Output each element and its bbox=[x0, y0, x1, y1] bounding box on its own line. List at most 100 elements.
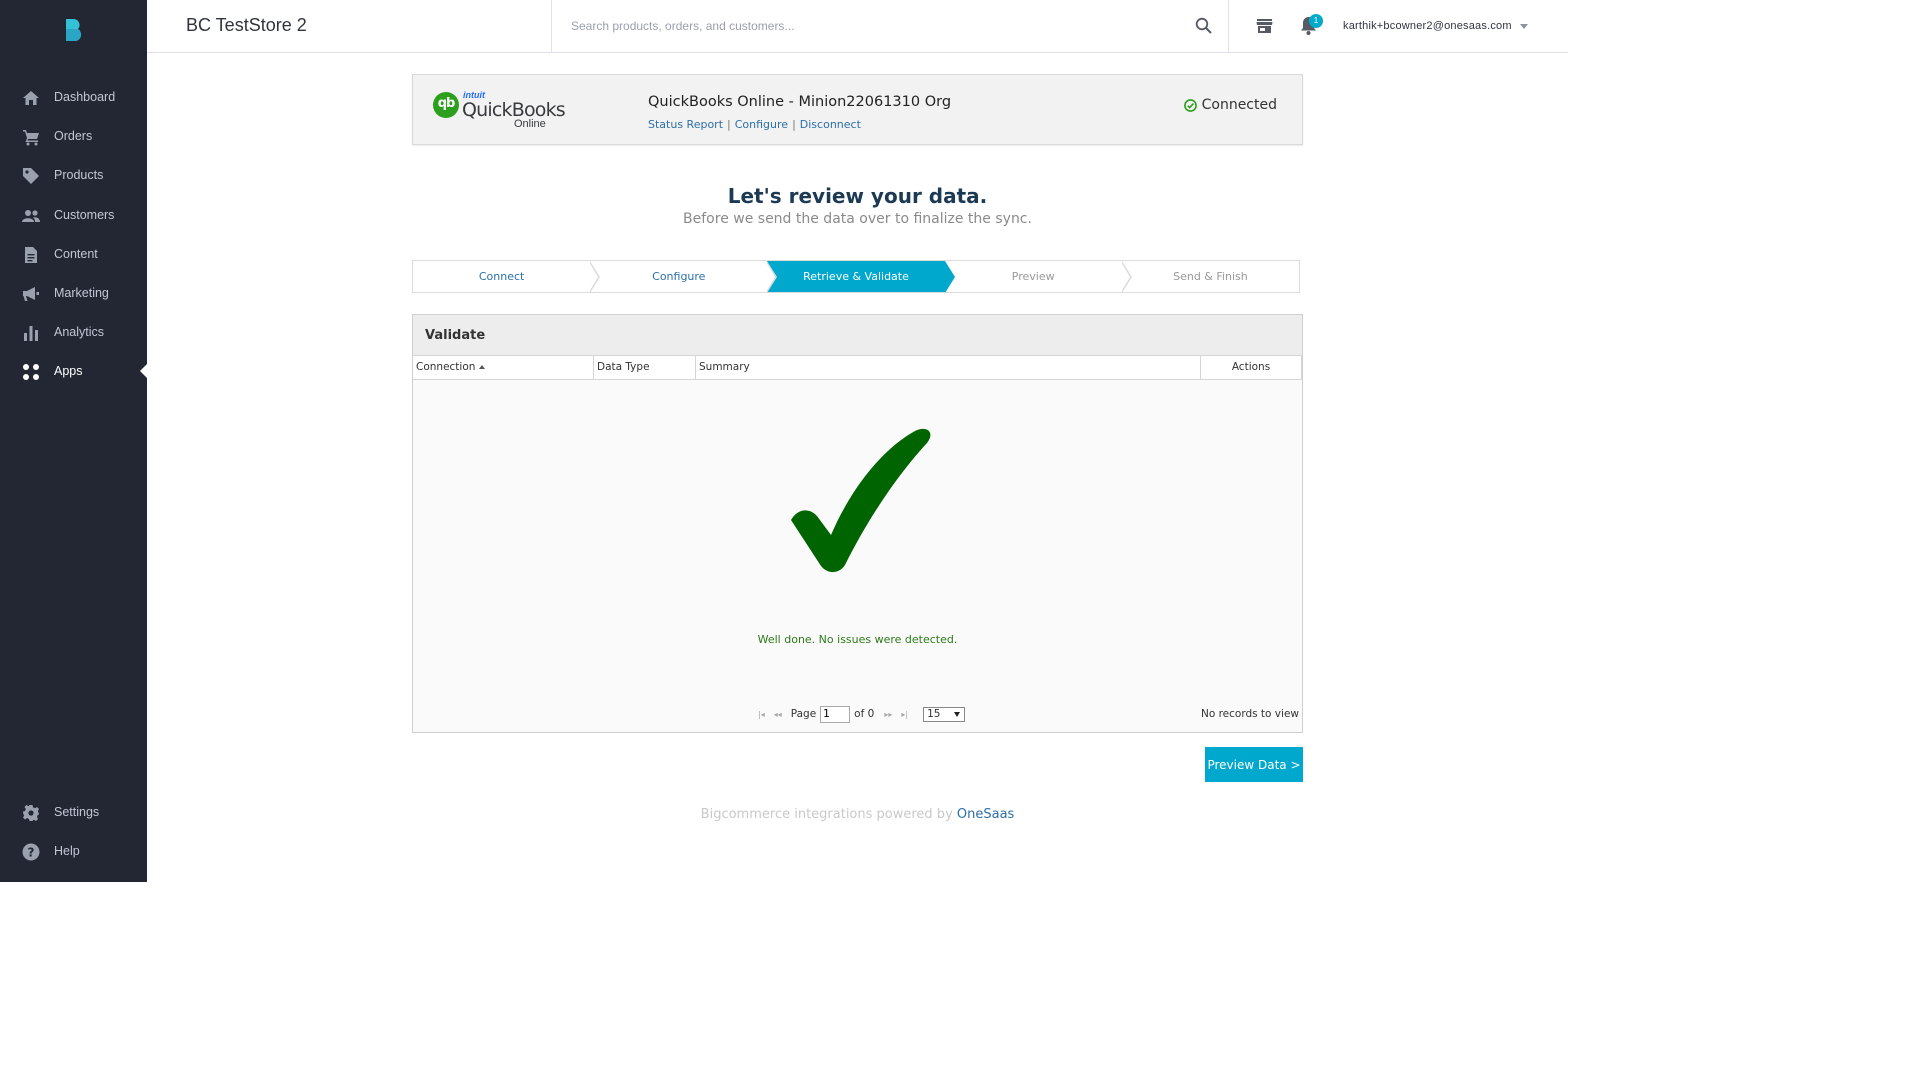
step-label: Preview bbox=[1011, 270, 1055, 283]
step-retrieve-validate[interactable]: Retrieve & Validate bbox=[767, 261, 955, 293]
sidebar-item-label: Apps bbox=[54, 364, 83, 378]
check-circle-icon bbox=[1183, 98, 1197, 112]
cart-icon bbox=[23, 130, 39, 146]
page-label: Page bbox=[790, 708, 817, 720]
connection-title: QuickBooks Online - Minion22061310 Org bbox=[648, 94, 952, 110]
grid-pager: |◂ ◂◂ Page of 0 ▸▸ ▸| 15 bbox=[758, 705, 966, 723]
success-message: Well done. No issues were detected. bbox=[757, 633, 958, 646]
link-separator: | bbox=[727, 118, 731, 131]
footer-text: Bigcommerce integrations powered by bbox=[700, 807, 957, 822]
page-number-input[interactable] bbox=[820, 705, 851, 723]
grid-header: Connection Data Type Summary Actions bbox=[413, 356, 1302, 380]
sidebar-item-label: Settings bbox=[54, 805, 100, 819]
storefront-icon[interactable] bbox=[1256, 18, 1273, 34]
chevron-down-icon[interactable] bbox=[1520, 24, 1528, 29]
home-icon bbox=[23, 91, 39, 105]
step-arrow bbox=[589, 261, 601, 293]
search-bar bbox=[551, 0, 1229, 52]
tag-icon bbox=[23, 168, 39, 184]
status-report-link[interactable]: Status Report bbox=[648, 118, 723, 131]
page-count-label: of 0 bbox=[854, 708, 875, 720]
step-send-finish[interactable]: Send & Finish bbox=[1122, 261, 1299, 292]
preview-data-button[interactable]: Preview Data > bbox=[1205, 747, 1303, 782]
sidebar-item-label: Content bbox=[54, 247, 98, 261]
column-label: Data Type bbox=[597, 361, 650, 373]
sidebar-item-help[interactable]: ? Help bbox=[0, 832, 147, 871]
review-title: Let's review your data. bbox=[727, 184, 988, 208]
step-preview[interactable]: Preview bbox=[945, 261, 1132, 293]
sidebar-item-label: Orders bbox=[54, 129, 93, 143]
people-icon bbox=[22, 210, 40, 222]
sort-ascending-icon bbox=[479, 365, 486, 369]
quickbooks-icon: qb bbox=[433, 92, 459, 118]
footer: Bigcommerce integrations powered by OneS… bbox=[412, 807, 1303, 822]
column-header-connection[interactable]: Connection bbox=[413, 356, 594, 379]
sidebar-item-settings[interactable]: Settings bbox=[0, 793, 147, 832]
step-connect[interactable]: Connect bbox=[413, 261, 601, 293]
prev-page-icon[interactable]: ◂◂ bbox=[774, 710, 782, 719]
column-label: Connection bbox=[416, 361, 476, 373]
document-icon bbox=[25, 247, 37, 263]
gear-icon bbox=[23, 805, 39, 821]
sidebar-item-label: Products bbox=[54, 168, 104, 182]
step-arrow bbox=[943, 261, 955, 293]
user-menu[interactable]: karthik+bcowner2@onesaas.com bbox=[1343, 20, 1512, 32]
step-label: Connect bbox=[478, 270, 525, 283]
connection-links: Status Report | Configure | Disconnect bbox=[648, 118, 861, 131]
notification-badge: 1 bbox=[1309, 14, 1323, 28]
help-icon: ? bbox=[22, 843, 40, 861]
step-label: Send & Finish bbox=[1173, 270, 1248, 283]
column-label: Summary bbox=[699, 361, 750, 373]
connection-status-text: Connected bbox=[1201, 97, 1277, 113]
search-icon[interactable] bbox=[1195, 17, 1212, 34]
sidebar-item-label: Customers bbox=[54, 208, 115, 222]
sidebar-item-marketing[interactable]: Marketing bbox=[0, 274, 147, 313]
quickbooks-logo: qb intuit QuickBooks Online bbox=[433, 90, 566, 131]
store-name[interactable]: BC TestStore 2 bbox=[186, 15, 307, 36]
sidebar-item-analytics[interactable]: Analytics bbox=[0, 313, 147, 352]
sidebar-item-label: Dashboard bbox=[54, 90, 116, 104]
sidebar-item-dashboard[interactable]: Dashboard bbox=[0, 78, 147, 117]
step-label: Configure bbox=[652, 270, 706, 283]
sidebar-item-label: Help bbox=[54, 844, 80, 858]
step-configure[interactable]: Configure bbox=[590, 261, 778, 293]
configure-link[interactable]: Configure bbox=[735, 118, 788, 131]
sidebar-item-label: Marketing bbox=[54, 286, 109, 300]
svg-text:?: ? bbox=[28, 846, 35, 860]
column-header-summary[interactable]: Summary bbox=[696, 356, 1201, 379]
dropdown-arrow-icon bbox=[954, 711, 961, 717]
page-size-value: 15 bbox=[927, 707, 941, 720]
sidebar-item-apps[interactable]: Apps bbox=[0, 352, 147, 391]
apps-grid-icon bbox=[23, 364, 39, 380]
disconnect-link[interactable]: Disconnect bbox=[800, 118, 861, 131]
column-header-data-type[interactable]: Data Type bbox=[594, 356, 696, 379]
connection-card: qb intuit QuickBooks Online QuickBooks O… bbox=[412, 74, 1303, 145]
wizard-steps: Connect Configure Retrieve & Validate Pr… bbox=[412, 260, 1300, 293]
megaphone-icon bbox=[23, 287, 39, 301]
bar-chart-icon bbox=[24, 326, 38, 341]
step-label: Retrieve & Validate bbox=[803, 270, 909, 283]
sidebar-item-orders[interactable]: Orders bbox=[0, 117, 147, 156]
records-info: No records to view bbox=[1200, 708, 1299, 720]
sidebar-item-label: Analytics bbox=[54, 325, 105, 339]
bigcommerce-logo[interactable] bbox=[63, 18, 83, 42]
onesaas-link[interactable]: OneSaas bbox=[957, 807, 1014, 822]
sidebar: Dashboard Orders Products Customers Cont… bbox=[0, 0, 147, 882]
first-page-icon[interactable]: |◂ bbox=[758, 710, 765, 719]
success-checkmark-icon bbox=[791, 428, 931, 573]
sidebar-item-products[interactable]: Products bbox=[0, 156, 147, 195]
column-label: Actions bbox=[1231, 361, 1271, 373]
connection-status: Connected bbox=[1183, 97, 1277, 113]
sidebar-item-customers[interactable]: Customers bbox=[0, 196, 147, 235]
top-header: BC TestStore 2 1 karthik+bcowner2@onesaa… bbox=[147, 0, 1568, 53]
logo-sub-text: Online bbox=[514, 118, 546, 130]
page-size-select[interactable]: 15 bbox=[923, 706, 966, 722]
step-arrow bbox=[1120, 261, 1132, 293]
validate-panel-title: Validate bbox=[413, 315, 1302, 356]
column-header-actions[interactable]: Actions bbox=[1201, 356, 1302, 379]
last-page-icon[interactable]: ▸| bbox=[901, 710, 908, 719]
search-input[interactable] bbox=[571, 16, 1171, 36]
next-page-icon[interactable]: ▸▸ bbox=[884, 710, 892, 719]
sidebar-item-content[interactable]: Content bbox=[0, 235, 147, 274]
step-arrow bbox=[766, 261, 778, 293]
